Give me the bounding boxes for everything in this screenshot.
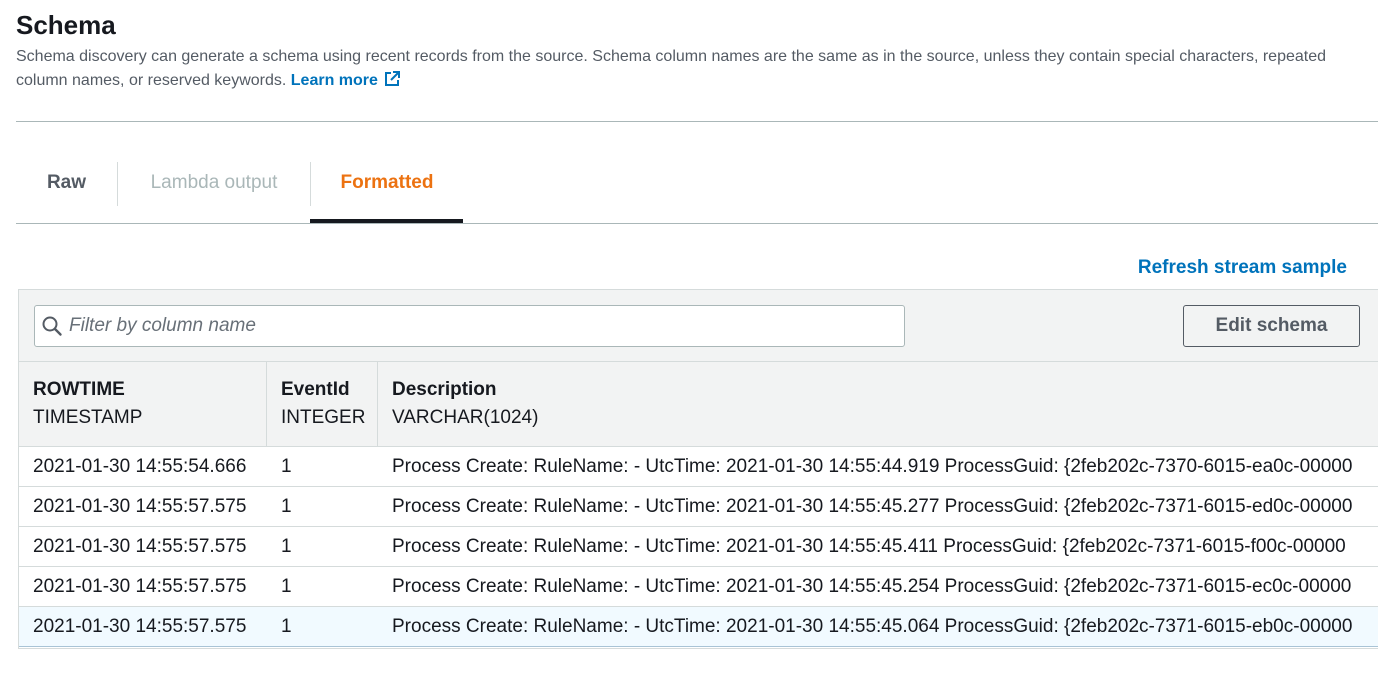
cell-eventid: 1 xyxy=(281,575,292,597)
tab-raw[interactable]: Raw xyxy=(16,160,117,205)
column-header-rowtime: ROWTIME TIMESTAMP xyxy=(19,362,267,446)
learn-more-label: Learn more xyxy=(290,72,378,89)
table-header: ROWTIME TIMESTAMP EventId INTEGER Descri… xyxy=(19,362,1378,447)
tab-lambda-output: Lambda output xyxy=(118,160,310,205)
cell-rowtime: 2021-01-30 14:55:57.575 xyxy=(33,575,247,597)
column-name: Description xyxy=(392,379,497,400)
refresh-stream-sample-link[interactable]: Refresh stream sample xyxy=(1138,257,1347,279)
edit-schema-button[interactable]: Edit schema xyxy=(1183,305,1360,347)
cell-eventid: 1 xyxy=(281,495,292,517)
cell-rowtime: 2021-01-30 14:55:57.575 xyxy=(33,495,247,517)
cell-description: Process Create: RuleName: - UtcTime: 202… xyxy=(392,495,1353,517)
cell-rowtime: 2021-01-30 14:55:57.575 xyxy=(33,615,247,637)
cell-rowtime: 2021-01-30 14:55:54.666 xyxy=(33,455,247,477)
page-title: Schema xyxy=(16,10,116,40)
tab-formatted[interactable]: Formatted xyxy=(311,160,463,205)
cell-description: Process Create: RuleName: - UtcTime: 202… xyxy=(392,615,1353,637)
cell-eventid: 1 xyxy=(281,455,292,477)
column-header-description: Description VARCHAR(1024) xyxy=(378,362,1378,446)
column-name: ROWTIME xyxy=(33,379,125,400)
tab-lambda-output-label: Lambda output xyxy=(150,171,278,193)
table-row[interactable]: 2021-01-30 14:55:57.575 1 Process Create… xyxy=(19,567,1378,607)
cell-description: Process Create: RuleName: - UtcTime: 202… xyxy=(392,535,1346,557)
section-divider xyxy=(16,121,1378,122)
cell-description: Process Create: RuleName: - UtcTime: 202… xyxy=(392,575,1352,597)
schema-table-panel: Edit schema ROWTIME TIMESTAMP EventId IN… xyxy=(18,289,1378,649)
learn-more-link[interactable]: Learn more xyxy=(290,71,401,89)
table-row[interactable]: 2021-01-30 14:55:57.575 1 Process Create… xyxy=(19,527,1378,567)
tab-raw-label: Raw xyxy=(46,171,87,193)
search-icon xyxy=(42,316,62,336)
table-row[interactable]: 2021-01-30 14:55:57.575 1 Process Create… xyxy=(19,487,1378,527)
table-row[interactable]: 2021-01-30 14:55:54.666 1 Process Create… xyxy=(19,447,1378,487)
column-type: VARCHAR(1024) xyxy=(392,407,539,428)
external-link-icon xyxy=(384,71,400,86)
cell-eventid: 1 xyxy=(281,615,292,637)
column-type: TIMESTAMP xyxy=(33,407,143,428)
table-toolbar: Edit schema xyxy=(19,290,1378,362)
cell-description: Process Create: RuleName: - UtcTime: 202… xyxy=(392,455,1353,477)
tab-formatted-label: Formatted xyxy=(340,171,434,193)
cell-rowtime: 2021-01-30 14:55:57.575 xyxy=(33,535,247,557)
cell-eventid: 1 xyxy=(281,535,292,557)
schema-tabs: Raw Lambda output Formatted xyxy=(16,160,463,224)
description-text: Schema discovery can generate a schema u… xyxy=(16,48,1327,89)
column-name: EventId xyxy=(281,379,350,400)
column-header-eventid: EventId INTEGER xyxy=(267,362,378,446)
table-row-hovered[interactable]: 2021-01-30 14:55:57.575 1 Process Create… xyxy=(19,607,1378,647)
tabs-divider xyxy=(16,223,1378,224)
filter-box xyxy=(34,305,905,347)
schema-description: Schema discovery can generate a schema u… xyxy=(16,45,1346,93)
column-type: INTEGER xyxy=(281,407,366,428)
filter-input[interactable] xyxy=(69,315,889,337)
